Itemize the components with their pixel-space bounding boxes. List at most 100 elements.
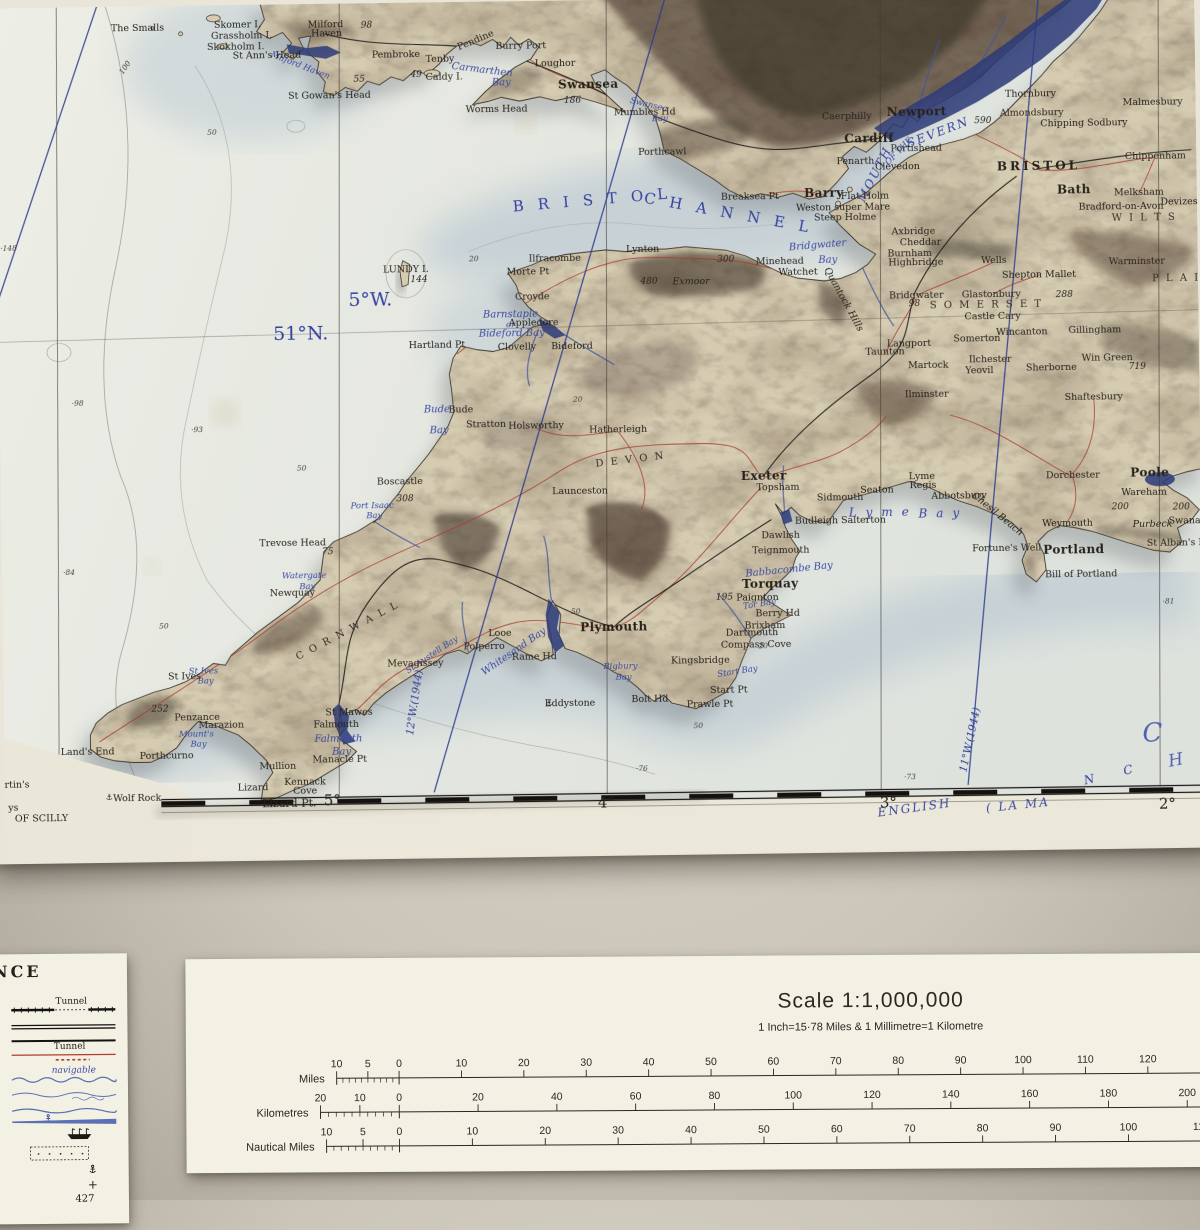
map-label: OF SCILLY bbox=[15, 814, 68, 824]
map-label: Trevose Head bbox=[259, 538, 326, 548]
map-label: 20 bbox=[573, 395, 583, 403]
map-label: Caldy I. bbox=[426, 72, 463, 82]
map-label: Appledore bbox=[509, 318, 559, 328]
map-label: Poole bbox=[1130, 466, 1169, 479]
svg-text:20: 20 bbox=[518, 1057, 530, 1069]
map-label: Regis bbox=[909, 481, 936, 491]
map-label: Wareham bbox=[1121, 487, 1167, 497]
map-label: Bay bbox=[918, 507, 968, 520]
svg-text:200: 200 bbox=[1178, 1087, 1196, 1099]
map-label: 308 bbox=[396, 495, 413, 504]
map-label: Mullion bbox=[259, 762, 296, 772]
map-label: D E V O N bbox=[595, 451, 666, 469]
map-label: Croyde bbox=[515, 292, 550, 302]
map-label: ys bbox=[8, 803, 18, 813]
map-label: St Ann's Head bbox=[233, 50, 302, 60]
svg-text:50: 50 bbox=[705, 1056, 717, 1068]
map-label: Bigbury bbox=[603, 662, 637, 671]
map-labels-layer: BRISTOLCHANNELSEVERNMOUTHOF THE5°W.51°N.… bbox=[0, 0, 1200, 862]
map-label: Bradford-on-Avon bbox=[1078, 201, 1163, 212]
map-sheet: BRISTOLCHANNELSEVERNMOUTHOF THE5°W.51°N.… bbox=[0, 0, 1200, 865]
map-label: Portishead bbox=[890, 143, 942, 153]
svg-text:80: 80 bbox=[977, 1122, 989, 1134]
map-label: Pembroke bbox=[372, 50, 420, 60]
map-label: 186 bbox=[564, 97, 581, 106]
map-label: Lizard Pt. bbox=[262, 797, 316, 809]
svg-text:100: 100 bbox=[784, 1089, 802, 1101]
map-label: Bridgwater bbox=[789, 239, 847, 254]
map-label: Seaton bbox=[860, 485, 894, 495]
map-label: Bath bbox=[1057, 183, 1091, 195]
map-label: H bbox=[1167, 751, 1185, 770]
map-label: Bay bbox=[190, 740, 206, 749]
svg-text:70: 70 bbox=[830, 1055, 842, 1067]
map-label: Quantock Hills bbox=[822, 266, 865, 333]
svg-text:80: 80 bbox=[892, 1055, 904, 1067]
map-label: 50 bbox=[693, 722, 703, 730]
map-label: 50 bbox=[571, 608, 581, 616]
map-label: Breaksea Pt bbox=[721, 192, 779, 202]
page: { "map": { "labels": [ {"t":"BRISTOL","x… bbox=[0, 0, 1200, 1200]
map-label: 5°W. bbox=[348, 290, 392, 310]
map-label: Launceston bbox=[552, 486, 608, 496]
map-label: Skomer I. bbox=[214, 20, 261, 30]
map-label: Warminster bbox=[1109, 256, 1165, 266]
svg-text:60: 60 bbox=[630, 1090, 642, 1102]
svg-text:40: 40 bbox=[685, 1124, 697, 1136]
svg-text:50: 50 bbox=[758, 1124, 770, 1136]
legend-symbols: TunnelTunnelnavigable+427 bbox=[0, 953, 129, 1225]
svg-text:20: 20 bbox=[472, 1091, 484, 1103]
map-label: Devizes bbox=[1160, 197, 1197, 207]
map-label: 50 bbox=[297, 464, 307, 472]
map-label: Wells bbox=[981, 256, 1007, 266]
map-label: N bbox=[1083, 772, 1098, 786]
svg-text:Nautical Miles: Nautical Miles bbox=[246, 1141, 315, 1153]
map-label: 51°N. bbox=[273, 324, 328, 344]
svg-text:Tunnel: Tunnel bbox=[54, 1042, 86, 1052]
map-label: Thornbury bbox=[1005, 89, 1056, 99]
map-label: Ilminster bbox=[905, 389, 949, 399]
svg-text:120: 120 bbox=[1139, 1053, 1157, 1065]
map-label: Clevedon bbox=[875, 162, 920, 172]
map-label: Chipping Sodbury bbox=[1040, 118, 1127, 129]
map-label: W I L T S bbox=[1112, 213, 1177, 224]
map-label: Porthcurno bbox=[140, 751, 194, 761]
map-label: Swanage bbox=[1169, 516, 1200, 526]
map-label: ·81 bbox=[1163, 597, 1175, 605]
svg-text:110: 110 bbox=[1077, 1054, 1094, 1066]
map-label: Sidmouth bbox=[817, 493, 864, 503]
map-label: 50 bbox=[159, 622, 169, 630]
map-label: Martock bbox=[908, 360, 949, 370]
map-label: P L A I bbox=[1152, 274, 1200, 285]
svg-text:10: 10 bbox=[354, 1092, 366, 1104]
svg-text:5: 5 bbox=[360, 1126, 366, 1138]
map-label: Holsworthy bbox=[508, 421, 564, 431]
map-label: S O M E R S E T bbox=[930, 300, 1043, 312]
map-label: ( LA bbox=[985, 799, 1019, 814]
svg-text:140: 140 bbox=[942, 1088, 960, 1100]
map-label: rtin's bbox=[4, 780, 29, 790]
map-label: 480 bbox=[640, 278, 657, 287]
svg-text:30: 30 bbox=[612, 1125, 624, 1137]
svg-text:30: 30 bbox=[580, 1057, 592, 1069]
map-label: Porthcawl bbox=[638, 147, 686, 157]
map-label: 288 bbox=[1056, 291, 1073, 300]
map-label: St Ives bbox=[168, 672, 201, 682]
map-label: 4° bbox=[598, 795, 615, 810]
map-label: 55 bbox=[353, 76, 365, 85]
legend-card: NCE TunnelTunnelnavigable+427 bbox=[0, 953, 129, 1225]
svg-text:Tunnel: Tunnel bbox=[55, 997, 87, 1007]
map-label: Land's End bbox=[61, 747, 115, 757]
map-label: 200 bbox=[1173, 503, 1190, 512]
map-label: Cove bbox=[293, 786, 317, 796]
map-label: Barry bbox=[804, 187, 844, 200]
map-label: Steep Holme bbox=[814, 212, 876, 222]
map-label: 98 bbox=[909, 300, 921, 309]
map-label: Clovelly bbox=[498, 342, 537, 352]
svg-text:60: 60 bbox=[768, 1056, 780, 1068]
map-label: Bill of Portland bbox=[1045, 569, 1117, 580]
map-label: BRISTOL bbox=[997, 159, 1080, 172]
map-label: Looe bbox=[488, 629, 512, 639]
map-label: 590 bbox=[974, 117, 991, 126]
map-label: Fortune's Well bbox=[972, 543, 1041, 553]
